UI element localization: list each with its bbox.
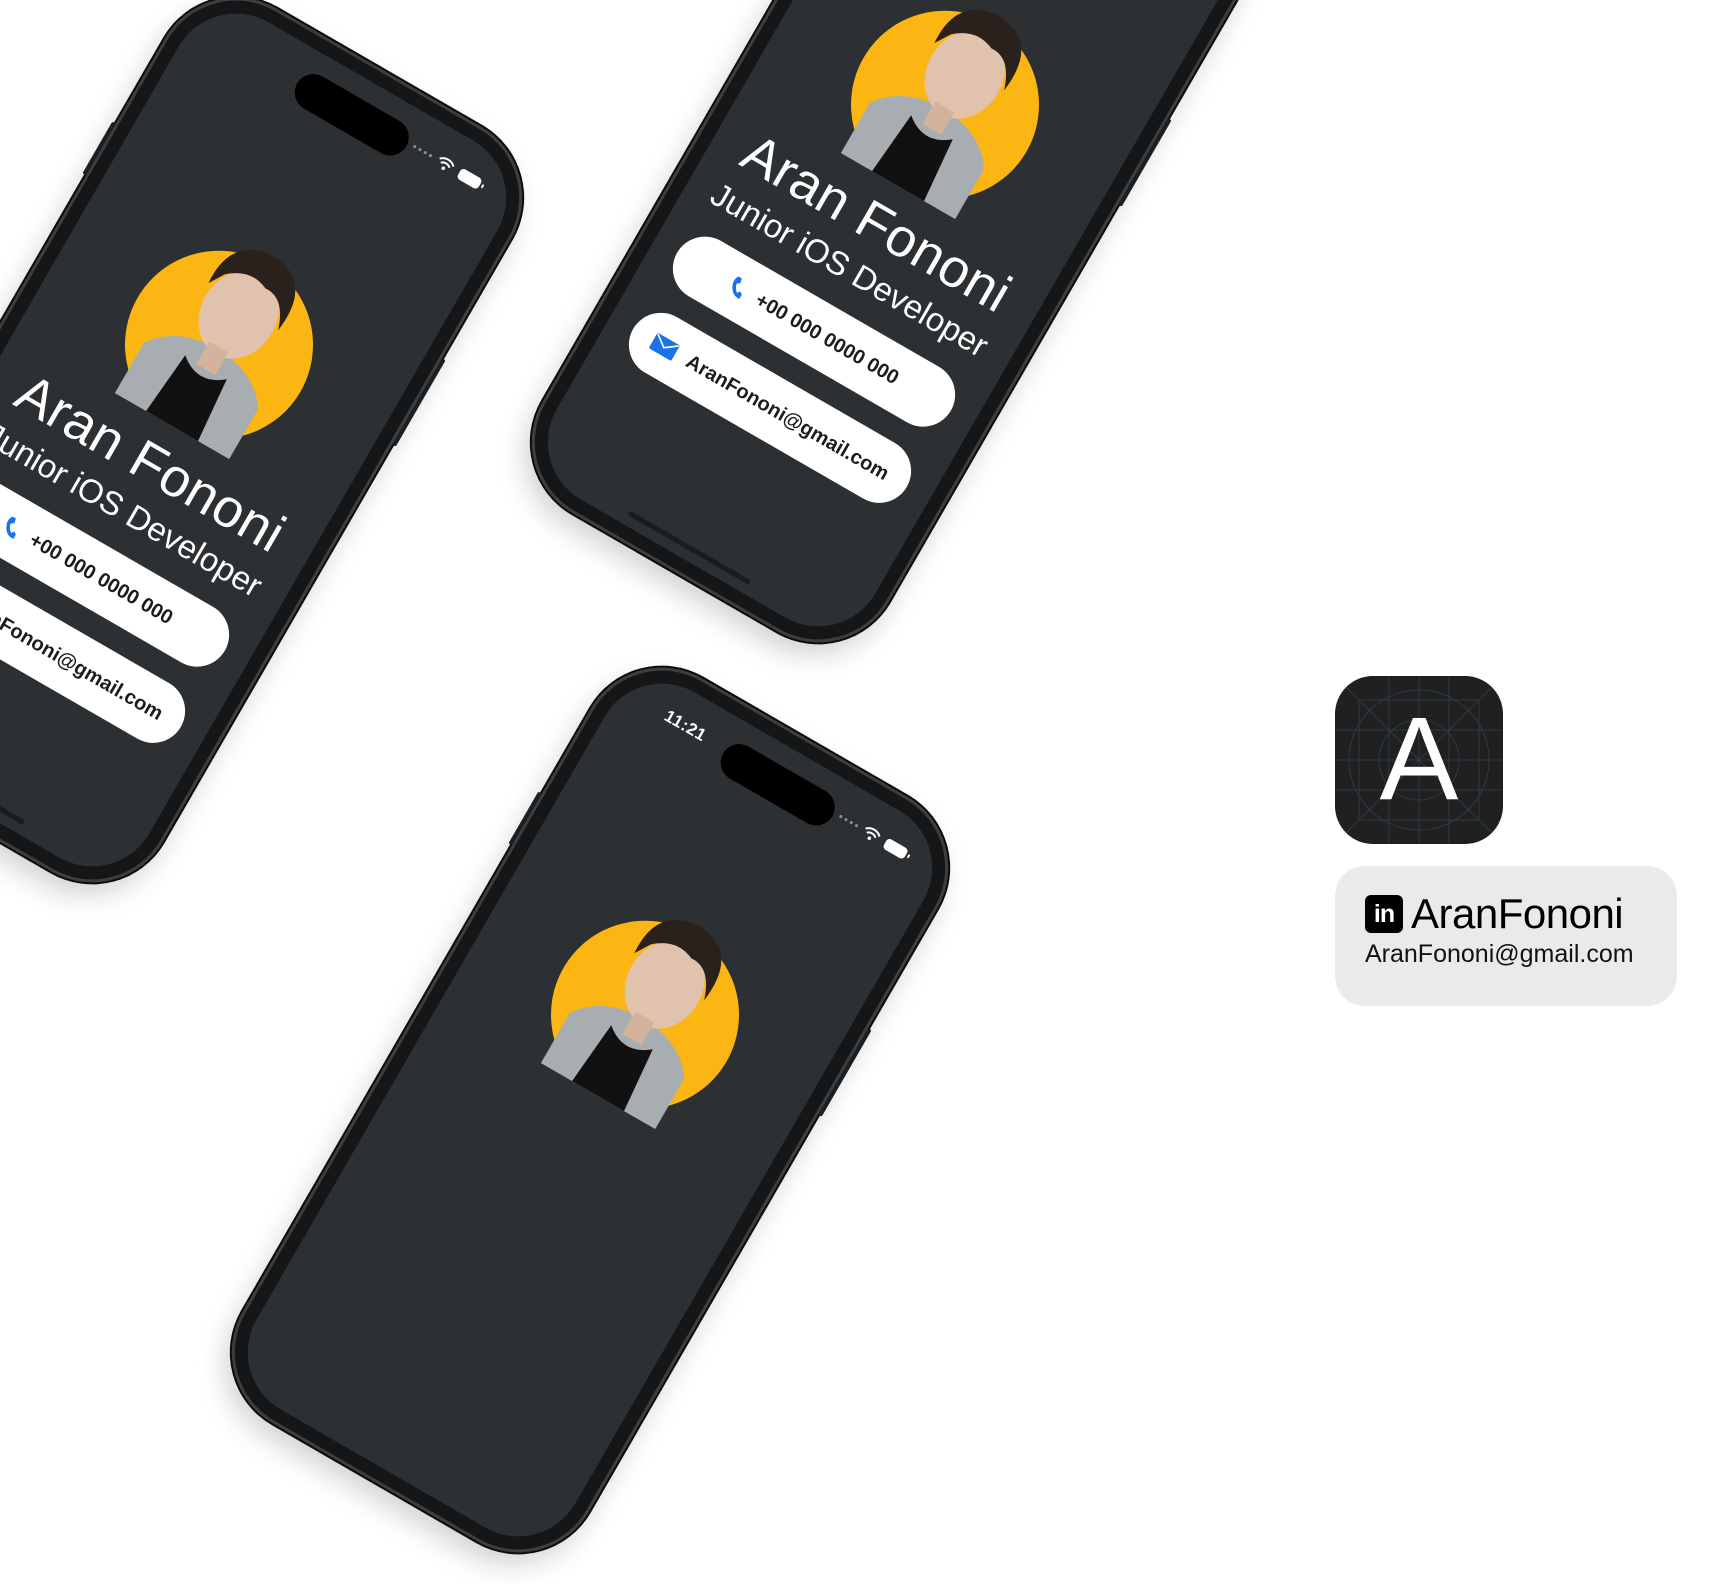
phone-screen: 11:21 — [223, 659, 957, 1561]
wifi-icon — [439, 157, 455, 171]
wifi-icon — [865, 827, 881, 841]
status-bar — [410, 140, 484, 190]
dynamic-island — [713, 737, 842, 833]
app-icon-letter: A — [1379, 693, 1459, 825]
linkedin-handle: AranFononi — [1411, 890, 1624, 937]
avatar — [516, 886, 774, 1144]
linkedin-card[interactable]: in AranFononi AranFononi@gmail.com — [1335, 866, 1677, 1006]
mail-icon — [649, 333, 680, 361]
status-time: 11:21 — [661, 706, 710, 746]
phone-mockup-bottom: 11:21 — [201, 637, 979, 1583]
signal-icon — [412, 144, 433, 158]
battery-icon — [456, 167, 484, 190]
app-icon[interactable]: A — [1335, 676, 1503, 844]
card-email: AranFononi@gmail.com — [1365, 940, 1634, 968]
phone-screen: Aran Fononi Junior iOS Developer +00 000… — [523, 0, 1257, 651]
phone-icon — [6, 516, 16, 539]
phone-screen: Aran Fononi Junior iOS Developer +00 000… — [0, 0, 531, 891]
dynamic-island — [287, 67, 416, 163]
phone-mockup-right: Aran Fononi Junior iOS Developer +00 000… — [501, 0, 1279, 673]
signal-icon — [838, 814, 859, 828]
battery-icon — [882, 837, 910, 860]
phone-mockup-left: Aran Fononi Junior iOS Developer +00 000… — [0, 0, 553, 913]
home-indicator — [627, 510, 752, 585]
linkedin-icon: in — [1365, 895, 1403, 933]
home-indicator — [0, 750, 26, 825]
phone-icon — [732, 276, 742, 299]
status-bar — [836, 810, 910, 860]
